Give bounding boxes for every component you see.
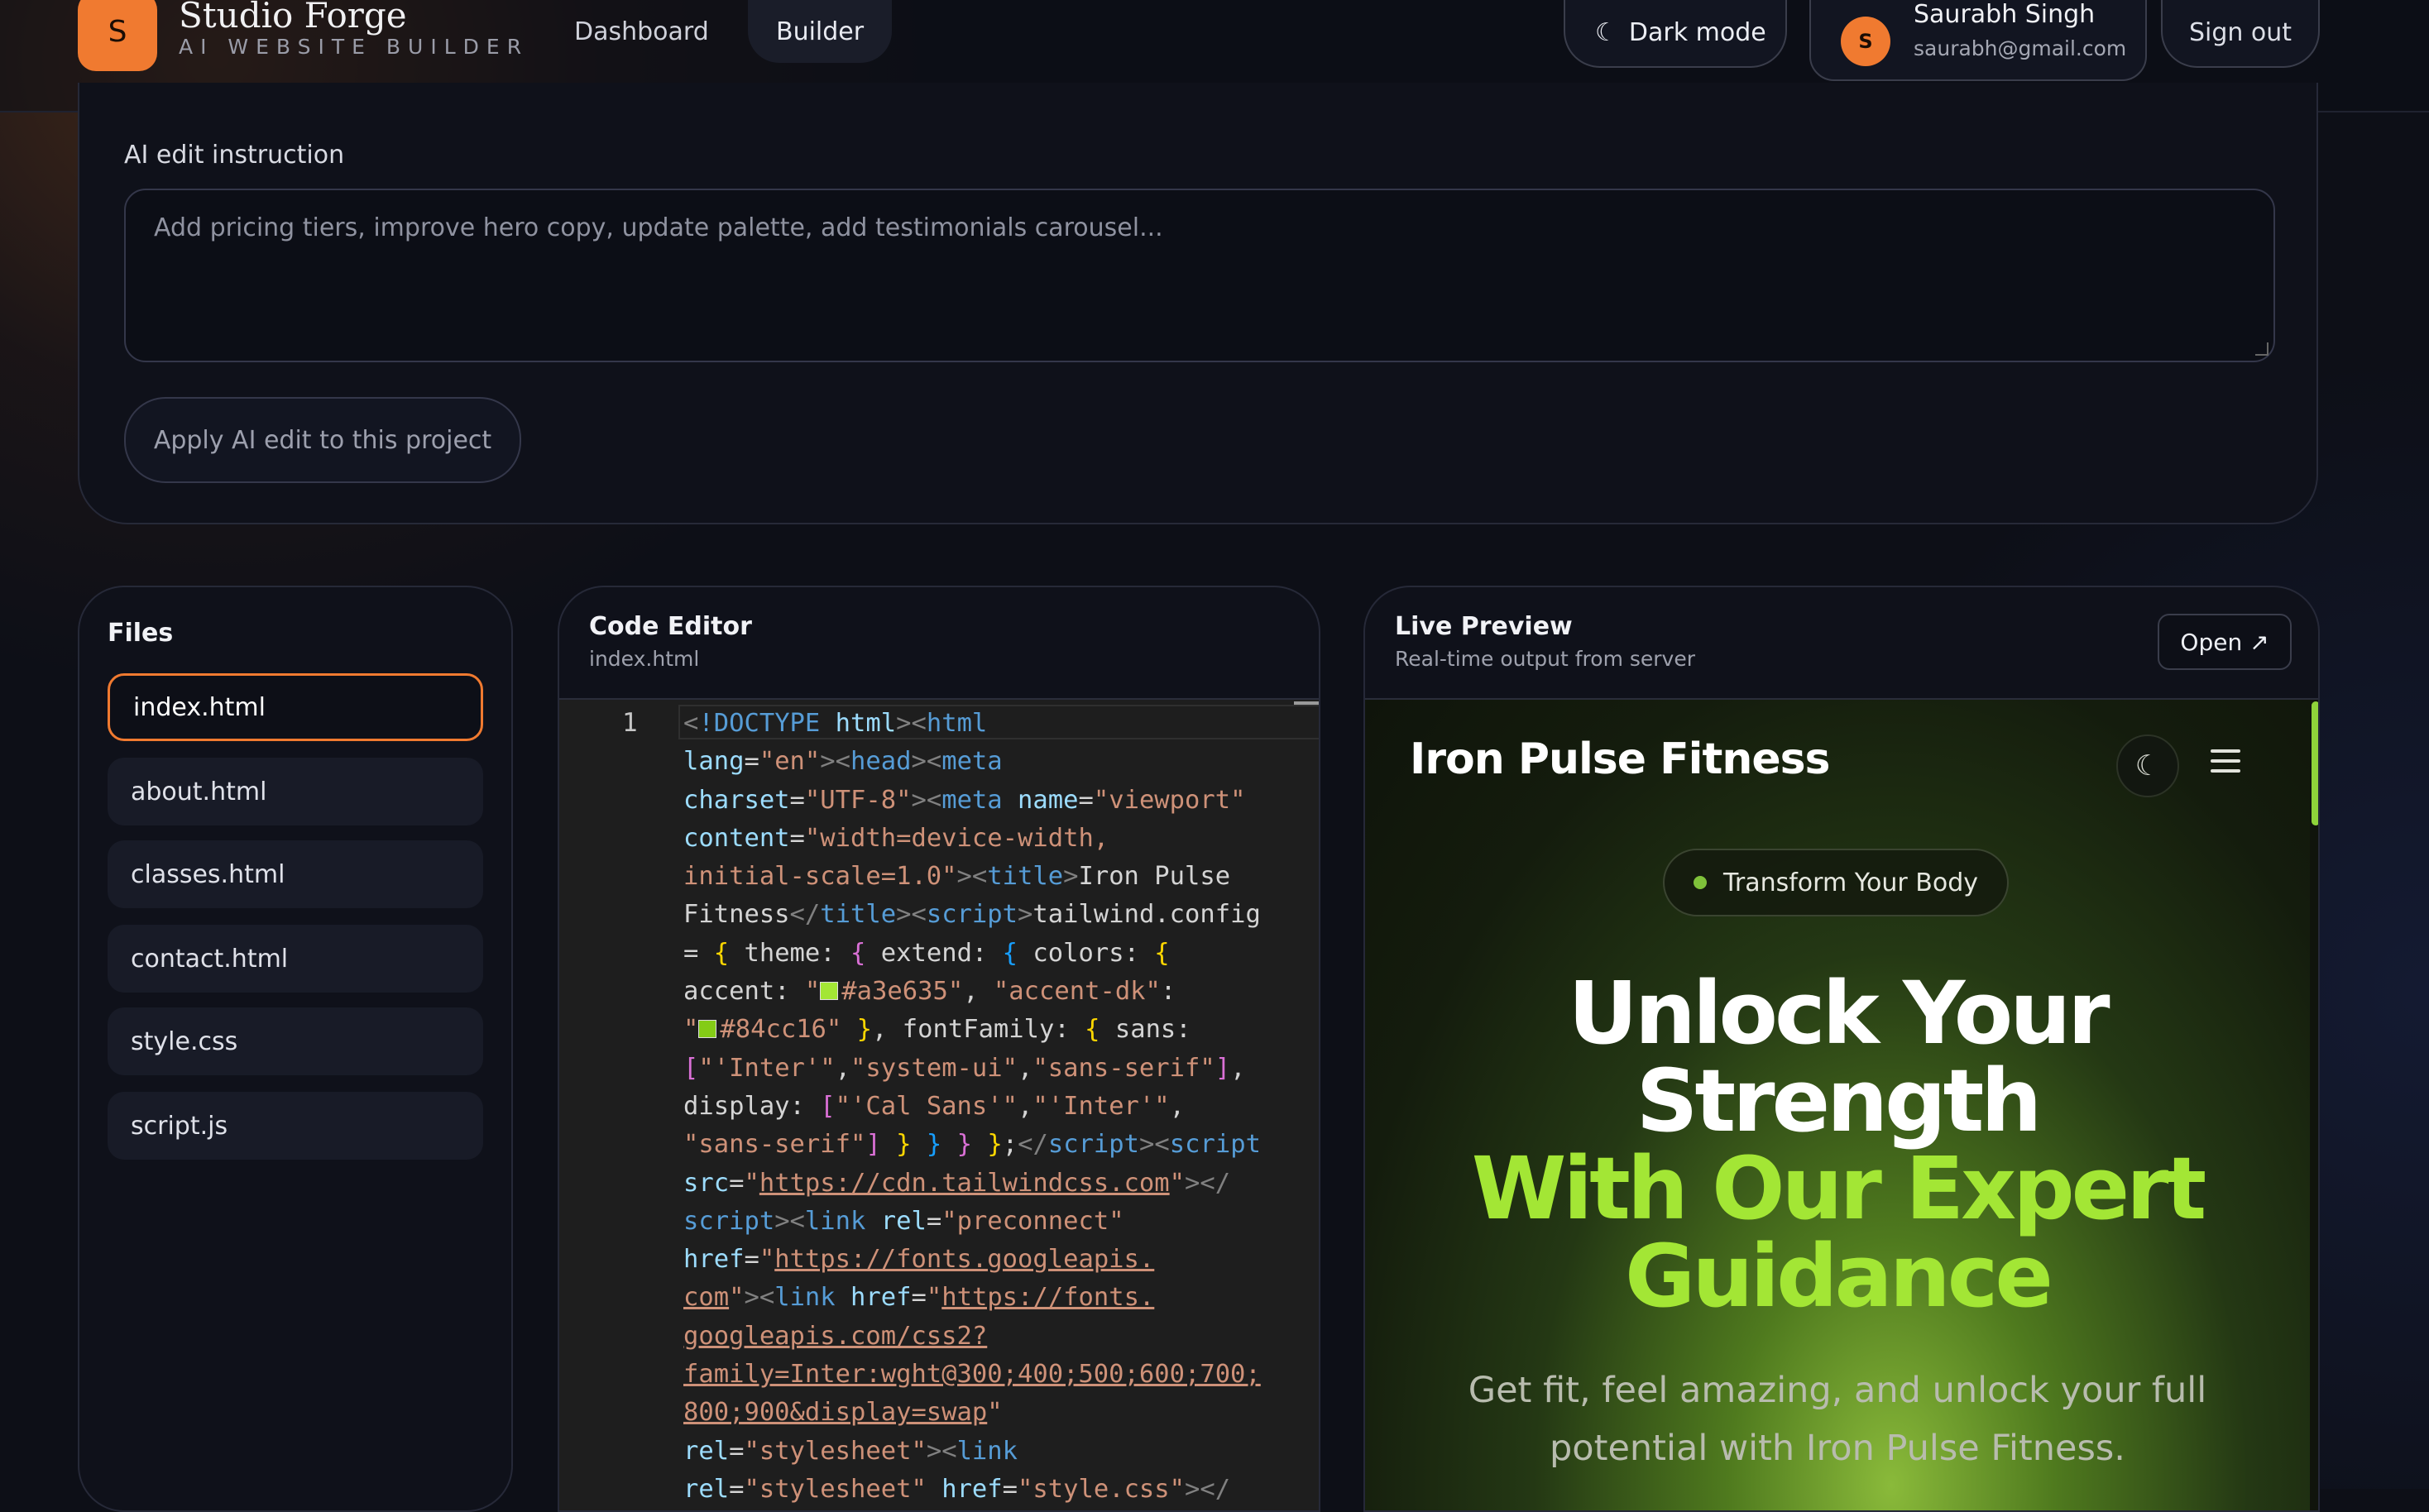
brand-logo[interactable]: S: [78, 0, 157, 71]
dark-mode-toggle[interactable]: ☾ Dark mode: [1564, 0, 1787, 68]
site-brand[interactable]: Iron Pulse Fitness: [1410, 734, 1831, 784]
file-item-contact-html[interactable]: contact.html: [108, 925, 483, 993]
live-preview-title: Live Preview: [1395, 612, 1573, 641]
file-item-index-html[interactable]: index.html: [108, 673, 483, 741]
site-theme-toggle[interactable]: ☾: [2116, 734, 2179, 797]
files-title: Files: [108, 619, 174, 648]
moon-icon: ☾: [2134, 749, 2161, 782]
site-badge-label: Transform Your Body: [1722, 868, 1979, 897]
ai-edit-input[interactable]: Add pricing tiers, improve hero copy, up…: [124, 189, 2275, 362]
code-editor-panel: Code Editor index.html 1 <!DOCTYPE html>…: [558, 586, 1320, 1512]
preview-scroll-thumb[interactable]: [2312, 701, 2318, 825]
ai-edit-panel: AI edit instruction Add pricing tiers, i…: [78, 83, 2318, 524]
user-profile[interactable]: S Saurabh Singh saurabh@gmail.com: [1809, 0, 2147, 81]
color-swatch-accent-dk[interactable]: [698, 1020, 717, 1039]
line-number: 1: [622, 708, 638, 738]
headline-line-2: Strength: [1636, 1050, 2043, 1151]
color-swatch-accent[interactable]: [820, 982, 839, 1001]
files-panel: Files index.html about.html classes.html…: [78, 586, 513, 1512]
apply-ai-edit-button[interactable]: Apply AI edit to this project: [124, 397, 521, 483]
code-editor-filename: index.html: [589, 647, 700, 671]
site-badge: Transform Your Body: [1663, 849, 2009, 916]
file-item-about-html[interactable]: about.html: [108, 758, 483, 825]
ai-edit-label: AI edit instruction: [124, 141, 345, 170]
dark-mode-label: Dark mode: [1628, 17, 1766, 47]
headline-line-1: Unlock Your: [1568, 963, 2110, 1064]
live-preview-panel: Live Preview Real-time output from serve…: [1363, 586, 2320, 1512]
code-editor-title: Code Editor: [589, 612, 752, 641]
brand-subtitle: AI WEBSITE BUILDER: [179, 35, 529, 59]
headline-line-3: With Our Expert: [1471, 1138, 2206, 1239]
preview-scrollbar[interactable]: [2310, 700, 2318, 1510]
live-preview-subtitle: Real-time output from server: [1395, 647, 1696, 671]
file-item-style-css[interactable]: style.css: [108, 1007, 483, 1075]
site-headline: Unlock Your Strength With Our Expert Gui…: [1365, 969, 2310, 1320]
moon-icon: ☾: [1595, 17, 1617, 47]
code-content[interactable]: <!DOCTYPE html><html lang="en"><head><me…: [683, 705, 1312, 1509]
user-name: Saurabh Singh: [1914, 0, 2096, 29]
brand-name: Studio Forge: [179, 0, 407, 36]
sign-out-button[interactable]: Sign out: [2161, 0, 2320, 68]
code-editor-area[interactable]: 1 <!DOCTYPE html><html lang="en"><head><…: [559, 698, 1319, 1510]
ai-edit-placeholder: Add pricing tiers, improve hero copy, up…: [154, 213, 1163, 242]
hamburger-menu-icon[interactable]: [2211, 743, 2240, 779]
user-email: saurabh@gmail.com: [1914, 36, 2127, 60]
badge-dot-icon: [1693, 876, 1707, 889]
logo-letter: S: [108, 14, 127, 49]
headline-line-4: Guidance: [1625, 1226, 2053, 1327]
file-item-classes-html[interactable]: classes.html: [108, 840, 483, 908]
nav-dashboard[interactable]: Dashboard: [546, 0, 737, 63]
preview-frame[interactable]: Iron Pulse Fitness ☾ Transform Your Body…: [1365, 698, 2318, 1510]
avatar: S: [1841, 17, 1890, 66]
site-description: Get fit, feel amazing, and unlock your f…: [1468, 1370, 2207, 1469]
file-item-script-js[interactable]: script.js: [108, 1092, 483, 1160]
open-preview-button[interactable]: Open ↗: [2158, 614, 2292, 670]
nav-builder[interactable]: Builder: [748, 0, 893, 63]
resize-handle-icon[interactable]: [2255, 342, 2269, 356]
